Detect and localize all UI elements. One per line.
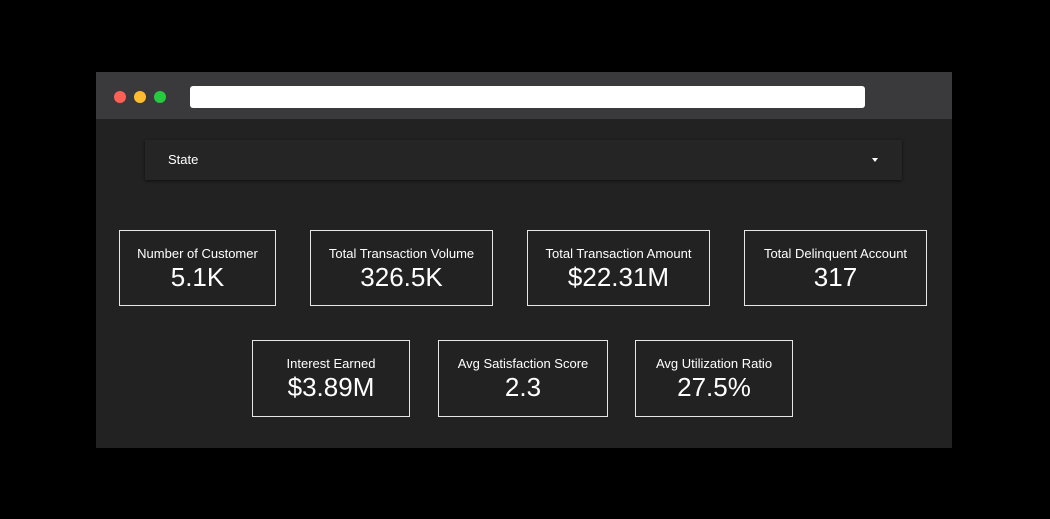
browser-window: State Number of Customer 5.1K Total Tran… — [96, 72, 952, 448]
kpi-value: 317 — [813, 262, 858, 292]
kpi-card-total-transaction-volume: Total Transaction Volume 326.5K — [310, 230, 493, 306]
kpi-title: Total Delinquent Account — [763, 246, 908, 261]
state-slicer-label: State — [168, 152, 199, 167]
close-window-button[interactable] — [114, 91, 126, 103]
minimize-window-button[interactable] — [134, 91, 146, 103]
kpi-title: Interest Earned — [286, 356, 376, 371]
maximize-window-button[interactable] — [154, 91, 166, 103]
kpi-title: Total Transaction Volume — [328, 246, 475, 261]
kpi-card-interest-earned: Interest Earned $3.89M — [252, 340, 410, 417]
address-bar[interactable] — [190, 86, 865, 108]
state-slicer-dropdown[interactable]: State — [145, 140, 902, 180]
kpi-value: 2.3 — [504, 372, 542, 402]
kpi-card-total-delinquent-account: Total Delinquent Account 317 — [744, 230, 927, 306]
kpi-value: 27.5% — [677, 372, 751, 402]
dashboard-canvas: State Number of Customer 5.1K Total Tran… — [96, 119, 952, 448]
kpi-card-total-transaction-amount: Total Transaction Amount $22.31M — [527, 230, 710, 306]
kpi-card-avg-satisfaction-score: Avg Satisfaction Score 2.3 — [438, 340, 608, 417]
kpi-title: Total Transaction Amount — [545, 246, 692, 261]
kpi-card-number-of-customer: Number of Customer 5.1K — [119, 230, 276, 306]
kpi-card-avg-utilization-ratio: Avg Utilization Ratio 27.5% — [635, 340, 793, 417]
browser-titlebar — [96, 72, 952, 119]
kpi-title: Avg Satisfaction Score — [457, 356, 589, 371]
kpi-value: 5.1K — [170, 262, 225, 292]
kpi-value: $22.31M — [567, 262, 670, 292]
kpi-title: Number of Customer — [137, 246, 258, 261]
kpi-value: 326.5K — [360, 262, 443, 292]
chevron-down-icon[interactable] — [872, 158, 878, 162]
kpi-value: $3.89M — [287, 372, 375, 402]
kpi-title: Avg Utilization Ratio — [655, 356, 773, 371]
